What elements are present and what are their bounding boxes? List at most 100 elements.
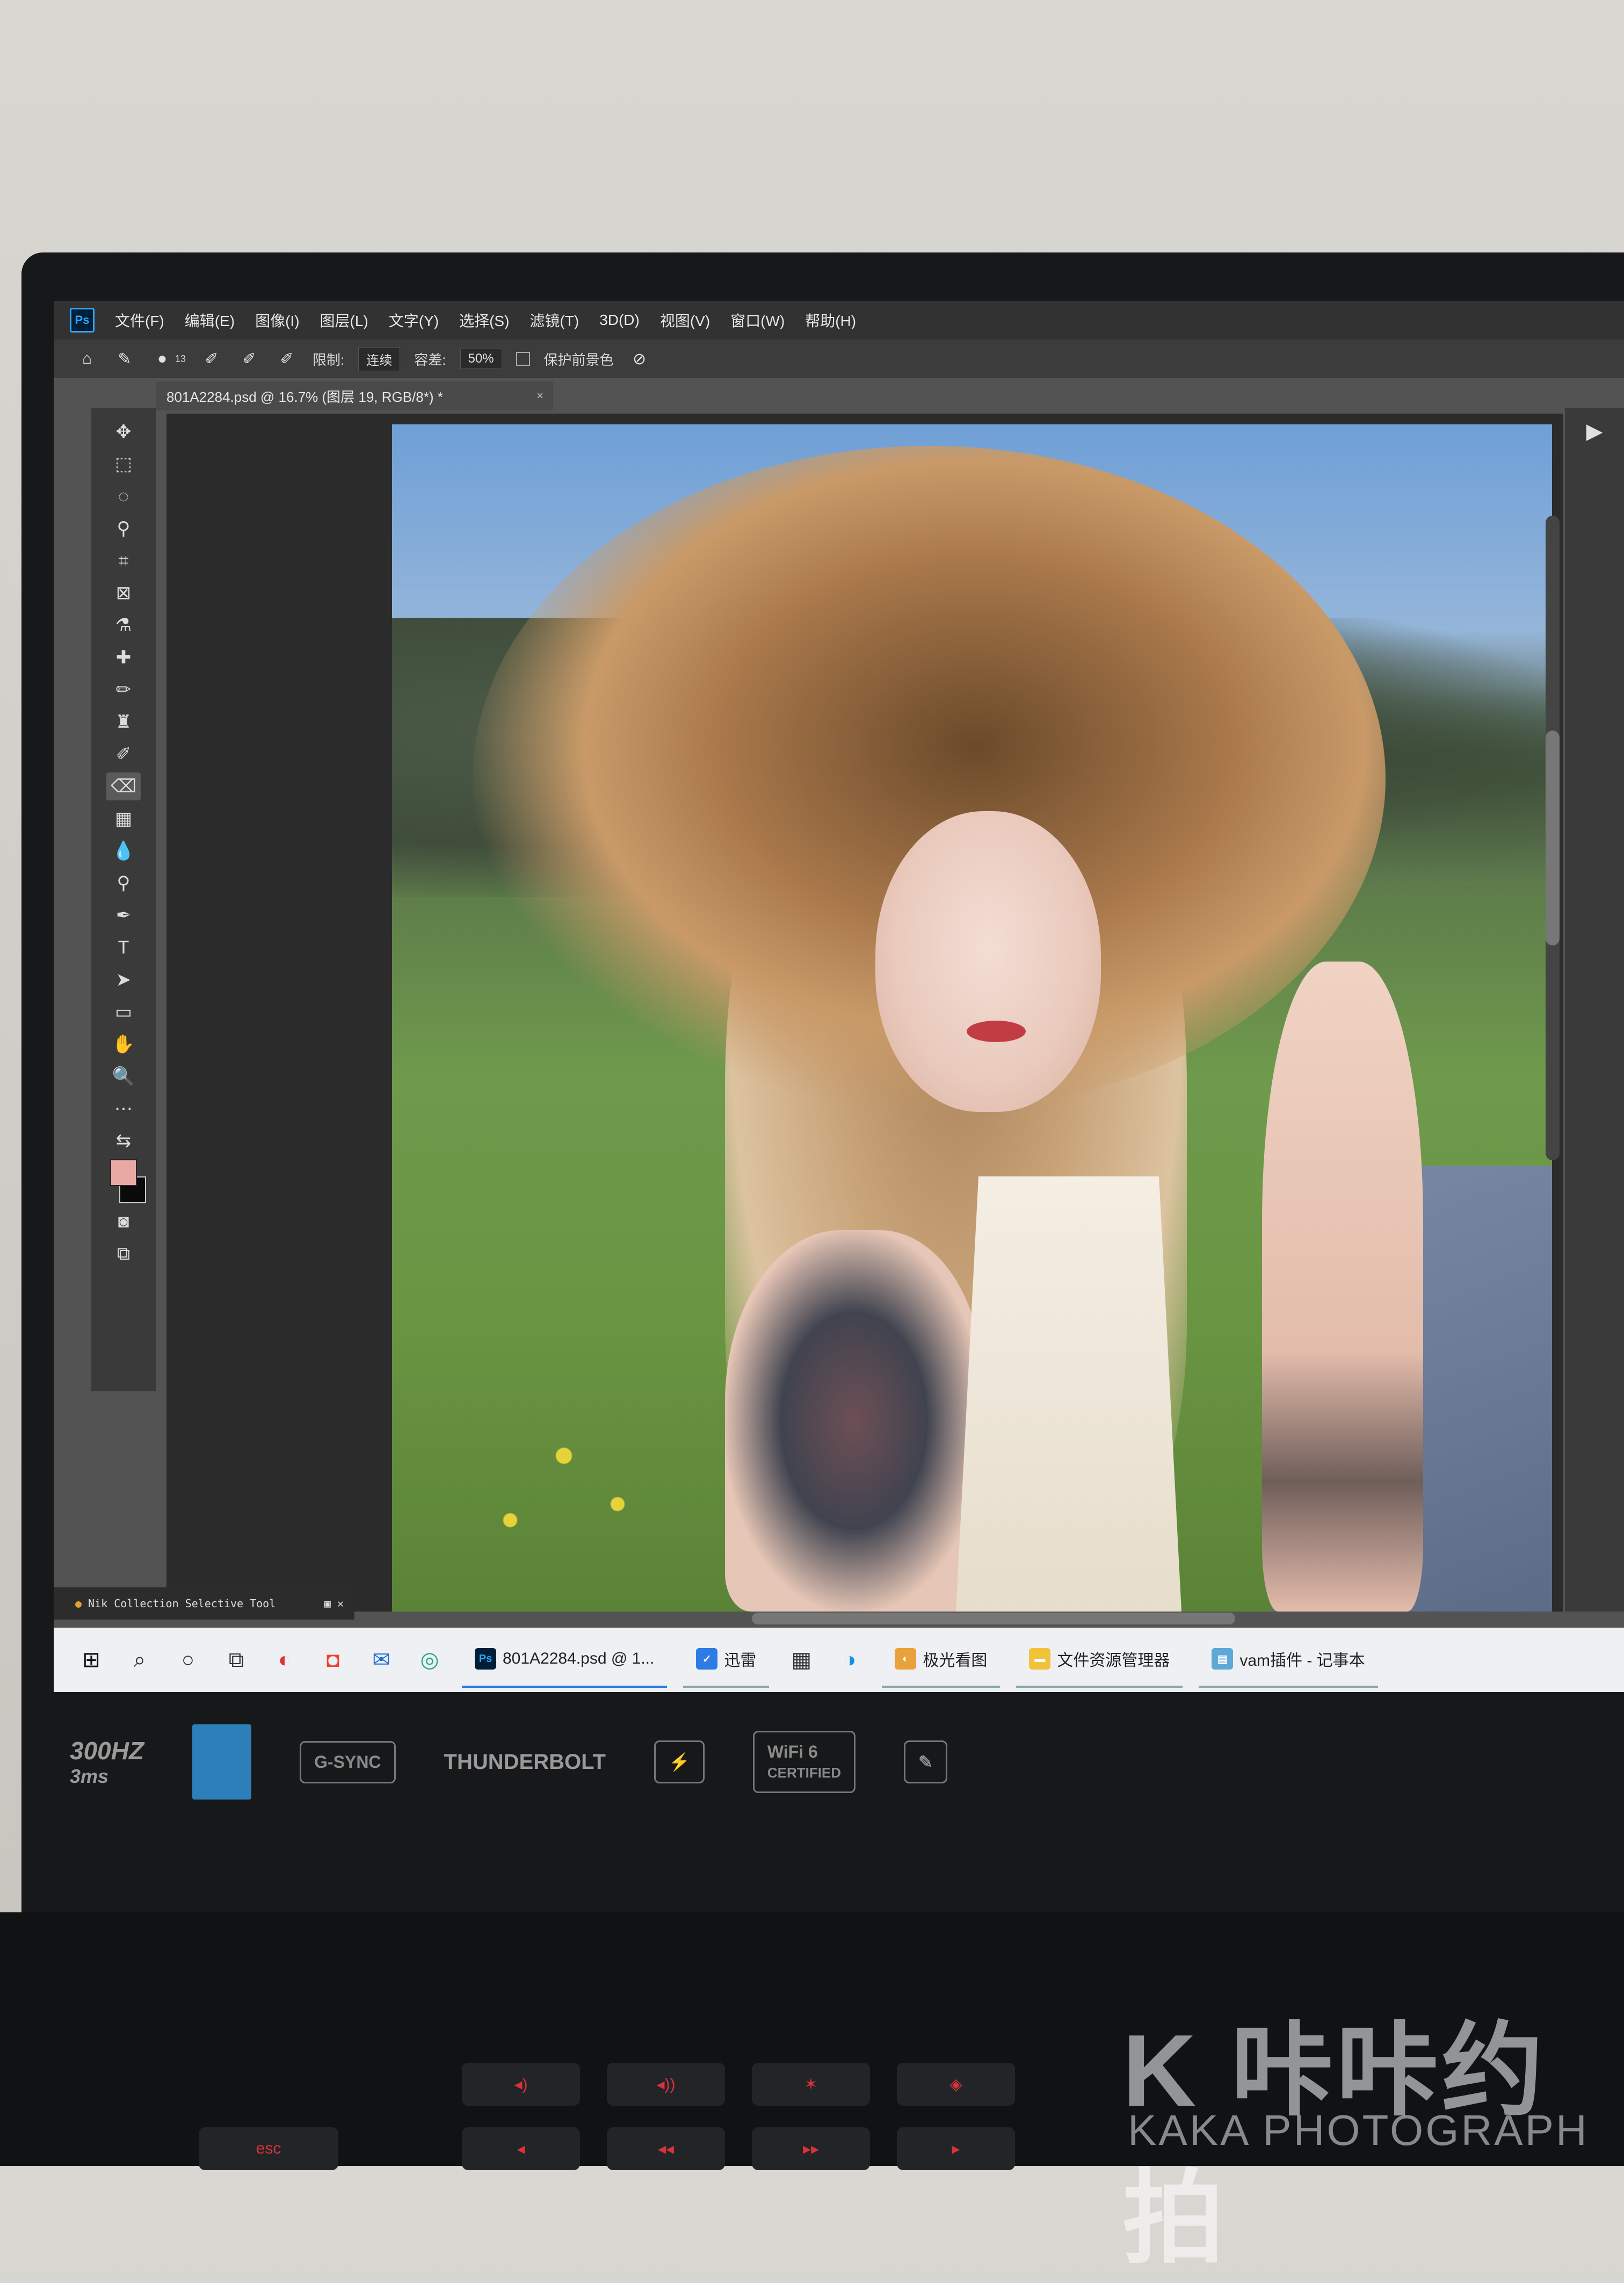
- limit-select[interactable]: 连续: [358, 346, 401, 371]
- nik-panel-bar[interactable]: ● Nik Collection Selective Tool ▣ ✕: [54, 1587, 354, 1620]
- notepad-icon: ▤: [1212, 1648, 1234, 1670]
- history-brush-tool-icon[interactable]: ✐: [106, 740, 141, 768]
- photo-raised-arm: [1262, 962, 1423, 1612]
- play-icon[interactable]: ▶: [1565, 419, 1624, 444]
- key-f2[interactable]: ◂◂: [607, 2127, 725, 2170]
- taskbar-notepad[interactable]: ▤ vam插件 - 记事本: [1199, 1632, 1378, 1688]
- windows-start-icon[interactable]: ⊞: [75, 1644, 107, 1676]
- marquee-tool-icon[interactable]: ⬚: [106, 450, 141, 478]
- key-esc[interactable]: esc: [199, 2127, 338, 2170]
- vertical-scroll-thumb[interactable]: [1546, 731, 1560, 945]
- taskbar-viewer-label: 极光看图: [923, 1652, 988, 1670]
- healing-tool-icon[interactable]: ✚: [106, 644, 141, 671]
- brush-size[interactable]: 13: [175, 353, 186, 365]
- document-photo[interactable]: [392, 424, 1552, 1612]
- taskbar-explorer[interactable]: ▬ 文件资源管理器: [1016, 1632, 1183, 1688]
- pen-tool-icon[interactable]: ✒: [106, 901, 141, 929]
- lasso-tool-icon[interactable]: ◌: [106, 482, 141, 510]
- eraser-tool-icon[interactable]: ⌫: [106, 772, 141, 800]
- taskbar-explorer-label: 文件资源管理器: [1057, 1652, 1170, 1670]
- eyedropper-tool-icon[interactable]: ⚗: [106, 611, 141, 639]
- cortana-icon[interactable]: ○: [172, 1644, 204, 1676]
- document-title: 801A2284.psd @ 16.7% (图层 19, RGB/8*) *: [166, 388, 443, 405]
- menu-image[interactable]: 图像(I): [255, 309, 299, 331]
- menu-3d[interactable]: 3D(D): [599, 312, 640, 329]
- taskbar-photoshop[interactable]: Ps 801A2284.psd @ 1...: [462, 1632, 668, 1688]
- photoshop-logo: Ps: [70, 308, 95, 333]
- store-icon[interactable]: ▦: [785, 1644, 817, 1676]
- brush-tool-icon[interactable]: ✏: [106, 676, 141, 704]
- taskbar-xunlei-label: 迅雷: [724, 1652, 757, 1670]
- protect-foreground-checkbox[interactable]: [516, 352, 530, 366]
- home-icon[interactable]: ⌂: [75, 347, 99, 371]
- browser-icon[interactable]: ◎: [414, 1644, 446, 1676]
- sampling-continuous-icon[interactable]: ✐: [200, 347, 223, 371]
- menu-layer[interactable]: 图层(L): [320, 309, 368, 331]
- close-icon[interactable]: ×: [536, 389, 543, 403]
- taskbar-xunlei[interactable]: ✓ 迅雷: [683, 1632, 770, 1688]
- xunlei-icon: ✓: [696, 1648, 718, 1670]
- brush-preset-icon[interactable]: ●: [150, 347, 174, 371]
- dodge-tool-icon[interactable]: ⚲: [106, 869, 141, 897]
- key-volume-down[interactable]: ◂)): [607, 2063, 725, 2106]
- taskbar-viewer[interactable]: ◐ 极光看图: [882, 1632, 1001, 1688]
- sampling-swatch-icon[interactable]: ✐: [275, 347, 299, 371]
- key-aura[interactable]: ✶: [752, 2063, 870, 2106]
- blur-tool-icon[interactable]: 💧: [106, 837, 141, 865]
- photo-flowers: [456, 1391, 725, 1552]
- document-tab[interactable]: 801A2284.psd @ 16.7% (图层 19, RGB/8*) * ×: [156, 381, 553, 410]
- menu-window[interactable]: 窗口(W): [730, 309, 785, 331]
- move-tool-icon[interactable]: ✥: [106, 418, 141, 446]
- hand-tool-icon[interactable]: ✋: [106, 1030, 141, 1058]
- quick-select-tool-icon[interactable]: ⚲: [106, 515, 141, 543]
- tolerance-input[interactable]: 50%: [460, 349, 502, 369]
- key-f3[interactable]: ▸▸: [752, 2127, 870, 2170]
- pinned-app-icon[interactable]: ◐: [269, 1644, 301, 1676]
- menu-type[interactable]: 文字(Y): [389, 309, 439, 331]
- pressure-icon[interactable]: ⊘: [628, 347, 651, 371]
- gsync-sticker: G-SYNC: [300, 1740, 396, 1783]
- path-select-tool-icon[interactable]: ➤: [106, 966, 141, 994]
- menu-view[interactable]: 视图(V): [660, 309, 710, 331]
- rectangle-tool-icon[interactable]: ▭: [106, 998, 141, 1026]
- frame-tool-icon[interactable]: ⊠: [106, 579, 141, 607]
- menu-help[interactable]: 帮助(H): [805, 309, 856, 331]
- task-view-icon[interactable]: ⧉: [220, 1644, 252, 1676]
- type-tool-icon[interactable]: T: [106, 934, 141, 962]
- canvas-area[interactable]: [166, 414, 1563, 1612]
- limit-label: 限制:: [313, 351, 345, 368]
- edge-icon[interactable]: ◑: [833, 1644, 866, 1676]
- sampling-once-icon[interactable]: ✐: [237, 347, 261, 371]
- office-icon[interactable]: ◘: [317, 1644, 349, 1676]
- tools-panel: ✥ ⬚ ◌ ⚲ ⌗ ⊠ ⚗ ✚ ✏ ♜ ✐ ⌫ ▦ 💧 ⚲ ✒ T ➤ ▭ ✋ …: [91, 408, 156, 1391]
- menu-filter[interactable]: 滤镜(T): [530, 309, 579, 331]
- mail-icon[interactable]: ✉: [365, 1644, 397, 1676]
- usb-sticker: ⚡: [654, 1740, 705, 1783]
- more-tools-icon[interactable]: ⋯: [106, 1095, 141, 1123]
- key-rog[interactable]: ◈: [897, 2063, 1015, 2106]
- photo-lips: [967, 1021, 1026, 1042]
- crop-tool-icon[interactable]: ⌗: [106, 547, 141, 575]
- foreground-color-swatch[interactable]: [110, 1159, 137, 1186]
- menu-edit[interactable]: 编辑(E): [185, 309, 235, 331]
- quick-mask-icon[interactable]: ◙: [106, 1208, 141, 1236]
- options-bar: ⌂ ✎ ● 13 ✐ ✐ ✐ 限制: 连续 容差: 50% 保护前景色 ⊘: [54, 339, 1624, 378]
- swap-colors-icon[interactable]: ⇆: [106, 1127, 141, 1155]
- gradient-tool-icon[interactable]: ▦: [106, 805, 141, 833]
- windows-taskbar: ⊞ ⌕ ○ ⧉ ◐ ◘ ✉ ◎ Ps 801A2284.psd @ 1... ✓…: [54, 1628, 1624, 1692]
- zoom-tool-icon[interactable]: 🔍: [106, 1063, 141, 1090]
- menu-file[interactable]: 文件(F): [115, 309, 164, 331]
- stamp-tool-icon[interactable]: ♜: [106, 708, 141, 736]
- search-icon[interactable]: ⌕: [124, 1644, 156, 1676]
- eraser-tool-icon[interactable]: ✎: [113, 347, 136, 371]
- screen-mode-icon[interactable]: ⧉: [106, 1240, 141, 1268]
- key-mute[interactable]: ◂): [462, 2063, 580, 2106]
- nik-close-icon[interactable]: ▣ ✕: [324, 1597, 344, 1610]
- horizontal-scroll-thumb[interactable]: [752, 1613, 1235, 1624]
- photoshop-app-icon: Ps: [475, 1648, 496, 1670]
- menu-select[interactable]: 选择(S): [459, 309, 509, 331]
- vertical-scrollbar[interactable]: [1546, 516, 1560, 1160]
- key-f1[interactable]: ◂: [462, 2127, 580, 2170]
- photo-tattooed-arm: [725, 1230, 983, 1612]
- key-f4[interactable]: ▸: [897, 2127, 1015, 2170]
